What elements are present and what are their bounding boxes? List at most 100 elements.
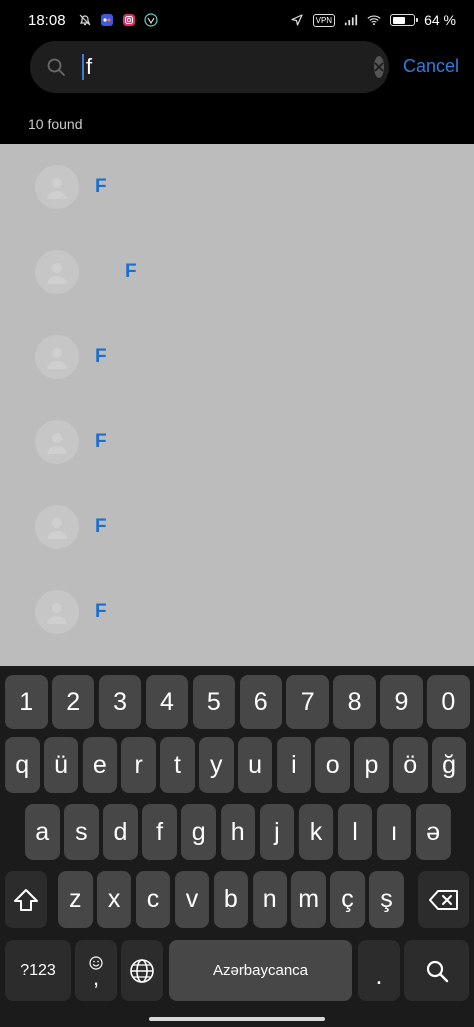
results-count: 10 found xyxy=(28,116,83,132)
key-p[interactable]: p xyxy=(354,737,389,793)
key-ş[interactable]: ş xyxy=(369,871,404,928)
key-s[interactable]: s xyxy=(64,804,99,860)
key-u[interactable]: u xyxy=(237,737,273,793)
contact-name: F xyxy=(95,430,107,452)
contact-name: F xyxy=(95,600,107,622)
key-ə[interactable]: ə xyxy=(416,804,451,860)
space-key[interactable]: Azərbaycanca xyxy=(169,940,352,1001)
location-icon xyxy=(290,13,304,27)
contact-row[interactable]: F xyxy=(0,569,474,654)
status-time: 18:08 xyxy=(28,11,66,29)
key-5[interactable]: 5 xyxy=(192,675,236,729)
avatar xyxy=(35,164,79,209)
search-icon xyxy=(426,960,448,982)
key-2[interactable]: 2 xyxy=(51,675,95,729)
key-l[interactable]: l xyxy=(337,804,373,860)
avatar xyxy=(35,589,79,634)
key-t[interactable]: t xyxy=(160,737,195,793)
avatar xyxy=(35,334,79,379)
key-0[interactable]: 0 xyxy=(427,675,470,729)
contact-row[interactable]: F xyxy=(0,144,474,229)
search-icon xyxy=(46,57,66,77)
key-o[interactable]: o xyxy=(315,737,350,793)
clear-search-button[interactable] xyxy=(374,56,384,78)
key-m[interactable]: m xyxy=(291,871,326,928)
keyboard: 1234567890 qüertyuiopöğ asdfghjklıə zxcv… xyxy=(0,666,474,1027)
contact-name: F xyxy=(95,175,107,197)
language-key[interactable] xyxy=(121,940,163,1001)
key-x[interactable]: x xyxy=(96,871,132,928)
key-6[interactable]: 6 xyxy=(239,675,282,729)
key-q[interactable]: q xyxy=(5,737,40,793)
status-system-icons: VPN 64 % xyxy=(290,12,456,28)
avatar xyxy=(35,504,79,549)
key-f[interactable]: f xyxy=(142,804,177,860)
key-n[interactable]: n xyxy=(252,871,287,928)
close-icon xyxy=(374,62,384,72)
key-r[interactable]: r xyxy=(121,737,156,793)
emoji-comma-key[interactable]: , xyxy=(75,940,117,1001)
contact-row[interactable]: F xyxy=(0,484,474,569)
search-key[interactable] xyxy=(404,940,469,1001)
key-k[interactable]: k xyxy=(298,804,334,860)
key-i[interactable]: i xyxy=(276,737,312,793)
navigation-handle[interactable] xyxy=(149,1017,325,1021)
battery-percent: 64 % xyxy=(424,12,456,28)
key-8[interactable]: 8 xyxy=(333,675,376,729)
status-bar: 18:08 VPN 64 % xyxy=(0,0,474,40)
key-g[interactable]: g xyxy=(181,804,216,860)
contact-name: F xyxy=(95,345,107,367)
key-z[interactable]: z xyxy=(58,871,93,928)
contact-name: F xyxy=(125,260,137,282)
search-bar[interactable] xyxy=(30,41,389,93)
key-v[interactable]: v xyxy=(174,871,210,928)
contact-row[interactable]: F xyxy=(0,229,474,314)
key-7[interactable]: 7 xyxy=(286,675,329,729)
key-e[interactable]: e xyxy=(82,737,118,793)
key-y[interactable]: y xyxy=(199,737,234,793)
key-c[interactable]: c xyxy=(135,871,171,928)
avatar xyxy=(35,419,79,464)
battery-icon xyxy=(390,14,419,26)
person-icon xyxy=(47,347,67,369)
symbols-key[interactable]: ?123 xyxy=(5,940,71,1001)
key-h[interactable]: h xyxy=(220,804,255,860)
key-a[interactable]: a xyxy=(25,804,60,860)
instagram-icon xyxy=(122,13,136,27)
app-notification-icon xyxy=(100,13,114,27)
person-icon xyxy=(47,177,67,199)
key-3[interactable]: 3 xyxy=(98,675,142,729)
results-list: F F F F F F xyxy=(0,144,474,666)
shift-key[interactable] xyxy=(5,871,47,928)
person-icon xyxy=(47,602,67,624)
key-9[interactable]: 9 xyxy=(380,675,423,729)
key-ı[interactable]: ı xyxy=(376,804,412,860)
key-d[interactable]: d xyxy=(103,804,138,860)
backspace-key[interactable] xyxy=(418,871,469,928)
key-ç[interactable]: ç xyxy=(330,871,365,928)
key-ğ[interactable]: ğ xyxy=(431,737,467,793)
key-ö[interactable]: ö xyxy=(393,737,428,793)
key-4[interactable]: 4 xyxy=(145,675,189,729)
comma-label: , xyxy=(92,964,100,990)
contact-row[interactable]: F xyxy=(0,314,474,399)
key-b[interactable]: b xyxy=(213,871,249,928)
bell-off-icon xyxy=(78,13,92,27)
wifi-icon xyxy=(367,13,381,27)
signal-icon xyxy=(344,13,358,27)
person-icon xyxy=(47,517,67,539)
person-icon xyxy=(47,432,67,454)
cancel-button[interactable]: Cancel xyxy=(403,56,459,77)
vpn-app-icon xyxy=(143,13,158,27)
key-1[interactable]: 1 xyxy=(5,675,48,729)
period-key[interactable]: . xyxy=(358,940,400,1001)
search-input[interactable] xyxy=(82,54,374,80)
contact-row[interactable]: F xyxy=(0,399,474,484)
person-icon xyxy=(47,262,67,284)
avatar xyxy=(35,249,79,294)
contact-name: F xyxy=(95,515,107,537)
key-ü[interactable]: ü xyxy=(43,737,79,793)
backspace-icon xyxy=(428,889,458,910)
key-j[interactable]: j xyxy=(259,804,295,860)
battery-level xyxy=(392,16,406,24)
